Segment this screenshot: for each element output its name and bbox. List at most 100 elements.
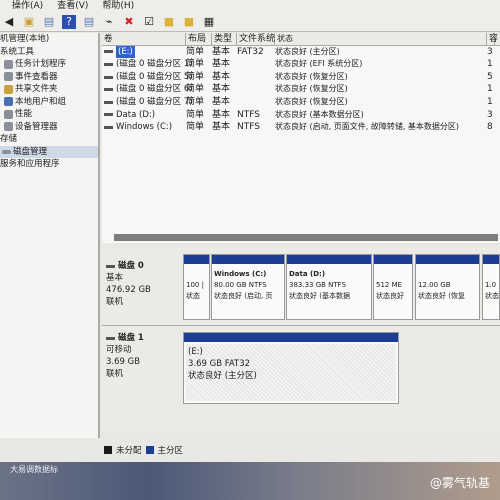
- connect-icon[interactable]: ⌁: [102, 15, 116, 29]
- volume-name: Windows (C:): [116, 122, 173, 133]
- column-header[interactable]: 类型: [212, 33, 237, 45]
- partition-title: [186, 269, 209, 280]
- partition-status: 状态良好 (主分区): [188, 371, 257, 381]
- volume-fs: [237, 58, 275, 71]
- delete-icon[interactable]: ✖: [122, 15, 136, 29]
- volume-layout: 简单: [186, 71, 205, 82]
- users-icon: [4, 97, 13, 107]
- partition-e[interactable]: (E:) 3.69 GB FAT32 状态良好 (主分区): [183, 332, 399, 404]
- partition-size: 80.00 GB NTFS: [214, 281, 267, 289]
- volume-layout: 简单: [186, 109, 205, 120]
- disk-icon: [2, 149, 11, 154]
- volume-list: 卷 布局 类型 文件系统 状态 容 (E:) 简单 基本 FAT32 状态良好 …: [102, 33, 500, 243]
- volume-icon: [104, 113, 113, 117]
- column-header[interactable]: 布局: [186, 33, 212, 45]
- volume-row[interactable]: (磁盘 0 磁盘分区 7) 简单 基本 状态良好 (恢复分区) 1: [102, 96, 500, 109]
- view-icon[interactable]: ▤: [82, 15, 96, 29]
- tree-item[interactable]: 本地用户和组: [0, 96, 98, 109]
- disk-icon: [106, 337, 115, 340]
- tree-item-disk-management[interactable]: 磁盘管理: [0, 145, 98, 158]
- column-header[interactable]: 卷: [102, 33, 186, 45]
- partition-status: 状态: [485, 292, 499, 300]
- tree-item[interactable]: 性能: [0, 108, 98, 121]
- volume-row[interactable]: (磁盘 0 磁盘分区 6) 简单 基本 状态良好 (恢复分区) 1: [102, 83, 500, 96]
- list-icon[interactable]: ▦: [202, 15, 216, 29]
- column-header[interactable]: 文件系统: [237, 33, 275, 45]
- partition-title: [376, 269, 412, 280]
- partition-size: 12.00 GB: [418, 281, 451, 289]
- partition[interactable]: 512 ME 状态良好: [373, 254, 413, 320]
- disk-1-label[interactable]: 磁盘 1 可移动 3.69 GB 联机: [106, 332, 180, 380]
- partition[interactable]: Data (D:) 383.33 GB NTFS 状态良好 (基本数据: [286, 254, 372, 320]
- partition-status: 状态良好: [376, 292, 404, 300]
- partition[interactable]: Windows (C:) 80.00 GB NTFS 状态良好 (启动, 页: [211, 254, 285, 320]
- new-icon[interactable]: ■: [162, 15, 176, 29]
- volume-icon: [104, 88, 113, 92]
- volume-icon: [104, 100, 113, 104]
- volume-capacity: 3: [487, 46, 493, 57]
- volume-type: 基本: [212, 59, 231, 70]
- volume-type: 基本: [212, 122, 231, 133]
- open-icon[interactable]: ■: [182, 15, 196, 29]
- volume-row[interactable]: Windows (C:) 简单 基本 NTFS 状态良好 (启动, 页面文件, …: [102, 121, 500, 134]
- volume-status: 状态良好 (主分区): [275, 46, 340, 56]
- partition-status: 状态良好 (基本数据: [289, 292, 350, 300]
- partition-size: 1.0: [485, 281, 497, 289]
- tree-item[interactable]: 设备管理器: [0, 121, 98, 134]
- volume-status: 状态良好 (启动, 页面文件, 故障转储, 基本数据分区): [275, 122, 460, 132]
- partition-title: Data (D:): [289, 270, 326, 278]
- up-folder-icon[interactable]: ▣: [22, 15, 36, 29]
- volume-capacity: 8: [487, 122, 493, 133]
- horizontal-scrollbar[interactable]: [114, 234, 498, 241]
- console-tree-icon[interactable]: ▤: [42, 15, 56, 29]
- volume-row[interactable]: Data (D:) 简单 基本 NTFS 状态良好 (基本数据分区) 3: [102, 109, 500, 122]
- tree-item[interactable]: 服务和应用程序: [0, 158, 98, 171]
- volume-capacity: 5: [487, 71, 493, 82]
- tree-item[interactable]: 存储: [0, 133, 98, 146]
- legend: 未分配 主分区: [104, 444, 183, 456]
- properties-icon[interactable]: ☑: [142, 15, 156, 29]
- volume-row[interactable]: (磁盘 0 磁盘分区 1) 简单 基本 状态良好 (EFI 系统分区) 1: [102, 58, 500, 71]
- partition-status: 状态良好 (恢复: [418, 292, 465, 300]
- back-icon[interactable]: ◀: [2, 15, 16, 29]
- volume-row[interactable]: (磁盘 0 磁盘分区 5) 简单 基本 状态良好 (恢复分区) 5: [102, 71, 500, 84]
- volume-status: 状态良好 (恢复分区): [275, 71, 348, 81]
- column-header[interactable]: 容: [487, 33, 498, 45]
- volume-icon: [104, 62, 113, 66]
- volume-name: (磁盘 0 磁盘分区 1): [116, 59, 193, 70]
- volume-row[interactable]: (E:) 简单 基本 FAT32 状态良好 (主分区) 3: [102, 45, 500, 59]
- volume-icon: [104, 50, 113, 54]
- folder-icon: [4, 84, 13, 94]
- partition-title: Windows (C:): [214, 270, 267, 278]
- volume-name: (磁盘 0 磁盘分区 7): [116, 96, 193, 107]
- tree-item[interactable]: 任务计划程序: [0, 58, 98, 71]
- disk-0-label[interactable]: 磁盘 0 基本 476.92 GB 联机: [106, 260, 180, 308]
- partition-status: 状态良好 (启动, 页: [214, 292, 273, 300]
- tree-item[interactable]: 系统工具: [0, 46, 98, 59]
- volume-name: (磁盘 0 磁盘分区 5): [116, 71, 193, 82]
- volume-status: 状态良好 (恢复分区): [275, 96, 348, 106]
- partition[interactable]: 100 | 状态: [183, 254, 210, 320]
- desktop-shortcut[interactable]: 大易调数据标: [10, 464, 58, 475]
- menu-view[interactable]: 查看(V): [57, 0, 88, 12]
- help-icon[interactable]: ?: [62, 14, 76, 29]
- volume-name: (E:): [116, 45, 135, 59]
- desktop: 大易调数据标 @雾气轨基: [0, 462, 500, 500]
- volume-layout: 简单: [186, 84, 205, 95]
- volume-icon: [104, 75, 113, 79]
- volume-type: 基本: [212, 46, 231, 57]
- volume-fs: [237, 83, 275, 96]
- volume-status: 状态良好 (EFI 系统分区): [275, 59, 363, 69]
- menu-action[interactable]: 操作(A): [12, 0, 43, 12]
- partition[interactable]: 12.00 GB 状态良好 (恢复: [415, 254, 480, 320]
- volume-fs: NTFS: [237, 109, 260, 120]
- tree-item[interactable]: 机管理(本地): [0, 33, 98, 46]
- volume-fs: FAT32: [237, 46, 264, 57]
- tree-item[interactable]: 事件查看器: [0, 71, 98, 84]
- volume-layout: 简单: [186, 46, 205, 57]
- tree-item[interactable]: 共享文件夹: [0, 83, 98, 96]
- disk-map: 磁盘 0 基本 476.92 GB 联机 100 | 状态 Windows (C:) 80…: [102, 248, 500, 433]
- menu-help[interactable]: 帮助(H): [102, 0, 134, 12]
- partition[interactable]: 1.0 状态: [482, 254, 500, 320]
- column-header[interactable]: 状态: [275, 33, 487, 45]
